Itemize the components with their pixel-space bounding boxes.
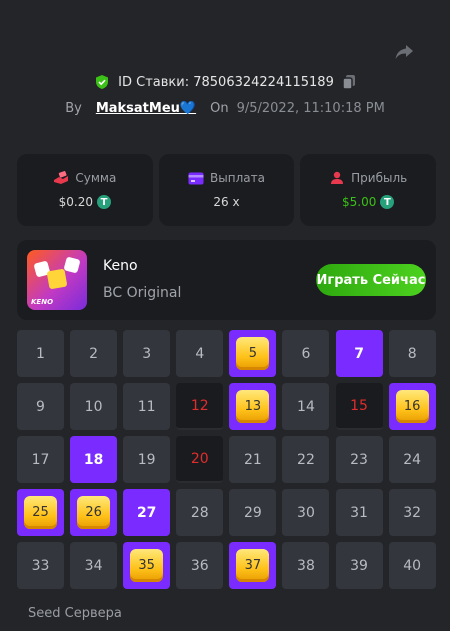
keno-cell: 3	[123, 330, 171, 377]
by-label: By	[65, 100, 82, 116]
usdt-coin-icon: T	[380, 195, 395, 209]
card-icon	[188, 172, 204, 184]
thumb-tile	[63, 256, 81, 274]
keno-cell: 32	[388, 489, 436, 536]
bet-stats: Сумма $0.20 T Выплата 26 x Прибыль $5.00…	[17, 154, 437, 226]
money-hand-icon	[54, 171, 69, 184]
keno-cell: 26	[70, 489, 118, 536]
keno-cell: 40	[388, 542, 436, 589]
thumb-label: KENO	[31, 298, 54, 306]
keno-cell: 38	[282, 542, 330, 589]
keno-cell: 30	[282, 489, 330, 536]
stat-payout: Выплата 26 x	[158, 154, 295, 226]
keno-cell: 2	[70, 330, 118, 377]
keno-cell: 17	[17, 436, 64, 483]
stat-profit-value: $5.00	[342, 195, 377, 209]
keno-cell: 24	[388, 436, 436, 483]
keno-cell: 27	[123, 489, 171, 536]
gem-hit-icon: 37	[236, 549, 270, 582]
shield-check-icon	[96, 75, 109, 89]
stat-payout-value: 26 x	[213, 195, 240, 209]
gem-hit-icon: 35	[130, 549, 164, 582]
gem-hit-icon: 5	[236, 337, 270, 370]
stat-profit-label: Прибыль	[351, 171, 408, 185]
bet-id-row: ID Ставки: 78506324224115189	[0, 70, 450, 94]
share-icon[interactable]	[392, 40, 416, 64]
keno-cell: 12	[176, 383, 224, 430]
keno-cell: 4	[176, 330, 224, 377]
keno-cell: 20	[176, 436, 224, 483]
keno-cell: 22	[282, 436, 330, 483]
keno-cell: 13	[229, 383, 277, 430]
keno-grid: 1 2 3 4 5 6 7 8 9 10 11 12 13 14 15 16 17 18 19 20 21 22 23 24 2…	[17, 330, 436, 589]
keno-cell: 25	[17, 489, 64, 536]
keno-cell: 11	[123, 383, 171, 430]
keno-cell: 23	[335, 436, 383, 483]
username-link[interactable]: MaksatMeu💙	[96, 101, 196, 116]
keno-cell: 10	[70, 383, 118, 430]
keno-cell: 18	[70, 436, 118, 483]
keno-thumbnail[interactable]: KENO	[27, 250, 87, 310]
stat-amount-value: $0.20	[58, 195, 94, 209]
stat-amount: Сумма $0.20 T	[17, 154, 153, 226]
keno-cell: 19	[123, 436, 171, 483]
bet-id-label: ID Ставки:	[118, 74, 190, 90]
play-now-button[interactable]: Играть Сейчас	[316, 264, 426, 296]
gem-hit-icon: 26	[77, 496, 111, 529]
gem-hit-icon: 13	[236, 390, 270, 423]
thumb-tile	[46, 268, 68, 290]
on-label: On	[210, 100, 229, 116]
keno-cell: 39	[335, 542, 383, 589]
stat-profit: Прибыль $5.00 T	[300, 154, 437, 226]
keno-cell: 14	[282, 383, 330, 430]
keno-cell: 5	[229, 330, 277, 377]
stat-amount-label: Сумма	[75, 171, 117, 185]
keno-cell: 37	[229, 542, 277, 589]
server-seed-label: Seed Сервера	[28, 606, 122, 621]
keno-cell: 34	[70, 542, 118, 589]
bet-author-row: By MaksatMeu💙 On 9/5/2022, 11:10:18 PM	[0, 98, 450, 118]
stat-payout-label: Выплата	[210, 171, 265, 185]
keno-cell: 7	[335, 330, 383, 377]
bet-id-value: 78506324224115189	[193, 74, 334, 90]
keno-cell: 21	[229, 436, 277, 483]
keno-cell: 28	[176, 489, 224, 536]
keno-cell: 16	[388, 383, 436, 430]
keno-cell: 1	[17, 330, 64, 377]
keno-cell: 8	[388, 330, 436, 377]
usdt-coin-icon: T	[97, 195, 112, 209]
game-name: Keno	[103, 258, 138, 274]
keno-cell: 36	[176, 542, 224, 589]
keno-cell: 29	[229, 489, 277, 536]
game-card: KENO Keno BC Original Играть Сейчас	[17, 240, 436, 320]
gem-hit-icon: 16	[395, 390, 429, 423]
keno-cell: 9	[17, 383, 64, 430]
game-provider: BC Original	[103, 285, 182, 301]
keno-cell: 33	[17, 542, 64, 589]
keno-cell: 31	[335, 489, 383, 536]
keno-cell: 35	[123, 542, 171, 589]
keno-cell: 6	[282, 330, 330, 377]
profit-user-icon	[331, 171, 344, 184]
gem-hit-icon: 25	[24, 496, 57, 529]
bet-date: 9/5/2022, 11:10:18 PM	[236, 100, 385, 116]
copy-icon[interactable]	[342, 74, 356, 90]
keno-cell: 15	[335, 383, 383, 430]
